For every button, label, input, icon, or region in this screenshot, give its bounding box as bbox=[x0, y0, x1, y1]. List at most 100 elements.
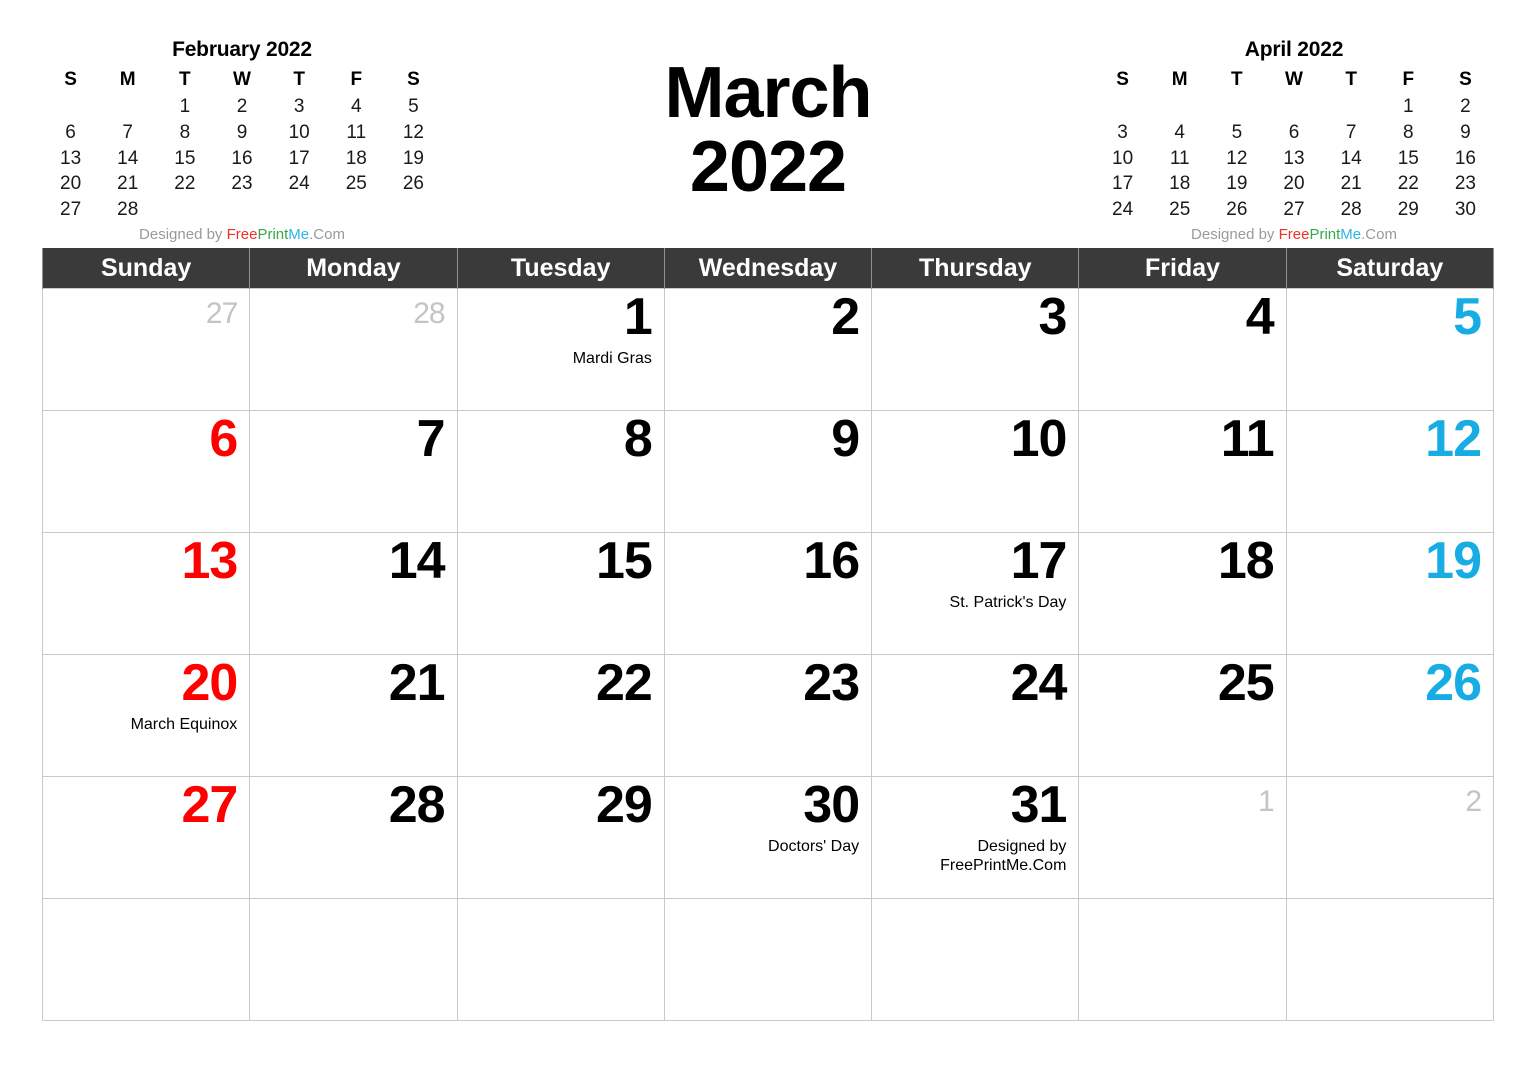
mini-day-cell bbox=[99, 94, 156, 120]
mini-day-cell: 28 bbox=[117, 199, 139, 220]
credit-com: .Com bbox=[309, 225, 345, 243]
day-cell[interactable]: 27 bbox=[41, 776, 251, 899]
day-number: 2 bbox=[831, 288, 860, 346]
day-number: 22 bbox=[596, 654, 653, 712]
mini-week-row: 1 2 bbox=[1094, 94, 1494, 120]
day-cell[interactable]: 11 bbox=[1078, 410, 1287, 533]
day-number: 23 bbox=[803, 654, 860, 712]
day-cell[interactable]: 10 bbox=[871, 410, 1080, 533]
mini-calendar-next-title: April 2022 bbox=[1244, 38, 1344, 61]
day-cell[interactable]: 15 bbox=[456, 532, 665, 655]
mini-day-cell: 28 bbox=[1340, 199, 1362, 220]
day-cell[interactable]: 31 Designed by FreePrintMe.Com bbox=[871, 776, 1080, 899]
day-cell[interactable]: 12 bbox=[1285, 410, 1495, 533]
day-number: 18 bbox=[1217, 532, 1275, 590]
day-cell[interactable]: 6 bbox=[41, 410, 251, 533]
mini-day-cell bbox=[1151, 94, 1208, 120]
mini-day-cell: 19 bbox=[1226, 173, 1248, 195]
day-cell[interactable]: 3 bbox=[871, 288, 1080, 411]
day-number: 4 bbox=[1245, 288, 1275, 346]
week-row: 13 14 15 16 17 St. Patrick's Day 18 19 bbox=[41, 532, 1495, 655]
mini-day-cell: 10 bbox=[288, 121, 310, 143]
day-event: Designed by FreePrintMe.Com bbox=[940, 838, 1067, 874]
mini-day-cell: 5 bbox=[1231, 121, 1243, 143]
day-cell[interactable]: 14 bbox=[249, 532, 458, 655]
day-cell[interactable] bbox=[1078, 898, 1287, 1021]
day-cell[interactable]: 25 bbox=[1078, 654, 1287, 777]
day-number: 27 bbox=[181, 776, 238, 834]
day-cell[interactable]: 4 bbox=[1078, 288, 1287, 411]
day-cell[interactable]: 28 bbox=[249, 288, 458, 411]
day-cell[interactable]: 2 bbox=[663, 288, 873, 411]
mini-day-cell: 16 bbox=[1454, 147, 1476, 169]
mini-day-cell: 30 bbox=[1454, 199, 1476, 220]
week-row bbox=[41, 898, 1495, 1021]
mini-weekday-mon: M bbox=[1171, 69, 1188, 90]
day-cell[interactable] bbox=[456, 898, 665, 1021]
mini-calendar-previous-title: February 2022 bbox=[172, 38, 312, 61]
mini-week-row: 20 21 22 23 24 25 26 bbox=[42, 171, 442, 197]
day-number: 5 bbox=[1453, 288, 1482, 346]
mini-day-cell: 8 bbox=[1402, 121, 1414, 143]
mini-week-row: 24 25 26 27 28 29 30 bbox=[1094, 197, 1494, 223]
day-cell[interactable]: 13 bbox=[41, 532, 251, 655]
mini-day-cell: 8 bbox=[179, 121, 191, 143]
mini-day-cell: 3 bbox=[1117, 121, 1128, 143]
day-number: 2 bbox=[1465, 785, 1482, 818]
designer-credit-next: Designed by FreePrintMe.Com bbox=[1094, 226, 1494, 243]
mini-day-cell: 13 bbox=[60, 147, 82, 169]
day-cell[interactable]: 20 March Equinox bbox=[41, 654, 251, 777]
day-number: 7 bbox=[416, 410, 446, 468]
mini-day-cell: 21 bbox=[1340, 173, 1362, 195]
day-cell[interactable]: 5 bbox=[1285, 288, 1495, 411]
day-number: 30 bbox=[803, 776, 860, 834]
mini-weekday-sun: S bbox=[1116, 69, 1129, 90]
day-number: 16 bbox=[803, 532, 860, 590]
credit-free: Free bbox=[1278, 225, 1310, 243]
day-cell[interactable]: 17 St. Patrick's Day bbox=[871, 532, 1080, 655]
day-cell[interactable] bbox=[1285, 898, 1495, 1021]
day-cell[interactable]: 8 bbox=[456, 410, 665, 533]
mini-weekday-wed: W bbox=[1285, 69, 1303, 90]
day-cell[interactable]: 30 Doctors' Day bbox=[663, 776, 873, 899]
day-cell[interactable]: 16 bbox=[663, 532, 873, 655]
day-cell[interactable]: 7 bbox=[249, 410, 458, 533]
mini-weekday-mon: M bbox=[119, 69, 136, 90]
day-cell[interactable]: 23 bbox=[663, 654, 873, 777]
day-cell[interactable]: 22 bbox=[456, 654, 665, 777]
day-cell[interactable]: 24 bbox=[871, 654, 1080, 777]
day-cell[interactable]: 26 bbox=[1285, 654, 1495, 777]
credit-print: Print bbox=[257, 225, 289, 243]
day-cell[interactable]: 18 bbox=[1078, 532, 1287, 655]
day-cell[interactable]: 28 bbox=[249, 776, 458, 899]
day-cell[interactable] bbox=[663, 898, 873, 1021]
mini-weekday-sat: S bbox=[1459, 69, 1472, 90]
mini-day-cell: 18 bbox=[1169, 173, 1191, 195]
day-event: Doctors' Day bbox=[768, 838, 860, 856]
day-cell[interactable]: 9 bbox=[663, 410, 873, 533]
day-cell[interactable] bbox=[249, 898, 458, 1021]
mini-day-cell bbox=[213, 197, 270, 223]
month-grid-body: 27 28 1 Mardi Gras 2 3 4 5 6 7 8 9 10 11 … bbox=[41, 288, 1495, 1021]
calendar-page: { "header": { "month_name": "March", "ye… bbox=[0, 0, 1536, 1086]
day-cell[interactable]: 21 bbox=[249, 654, 458, 777]
mini-day-cell: 9 bbox=[1460, 121, 1471, 143]
day-cell[interactable] bbox=[41, 898, 251, 1021]
mini-day-cell: 26 bbox=[402, 173, 424, 195]
credit-free: Free bbox=[226, 225, 258, 243]
day-cell[interactable]: 29 bbox=[456, 776, 665, 899]
mini-day-cell: 17 bbox=[1112, 173, 1134, 195]
mini-day-cell: 24 bbox=[1112, 199, 1134, 220]
day-number: 26 bbox=[1425, 654, 1482, 712]
mini-day-cell bbox=[1323, 94, 1380, 120]
mini-day-cell: 22 bbox=[1397, 173, 1419, 195]
day-cell[interactable]: 27 bbox=[41, 288, 251, 411]
day-cell[interactable]: 1 Mardi Gras bbox=[456, 288, 665, 411]
day-cell[interactable] bbox=[871, 898, 1080, 1021]
mini-day-cell: 16 bbox=[231, 147, 253, 169]
day-cell[interactable]: 1 bbox=[1078, 776, 1287, 899]
mini-week-row: 1 2 3 4 5 bbox=[42, 94, 442, 120]
day-cell[interactable]: 19 bbox=[1285, 532, 1495, 655]
day-cell[interactable]: 2 bbox=[1285, 776, 1495, 899]
mini-day-cell: 5 bbox=[408, 96, 419, 117]
